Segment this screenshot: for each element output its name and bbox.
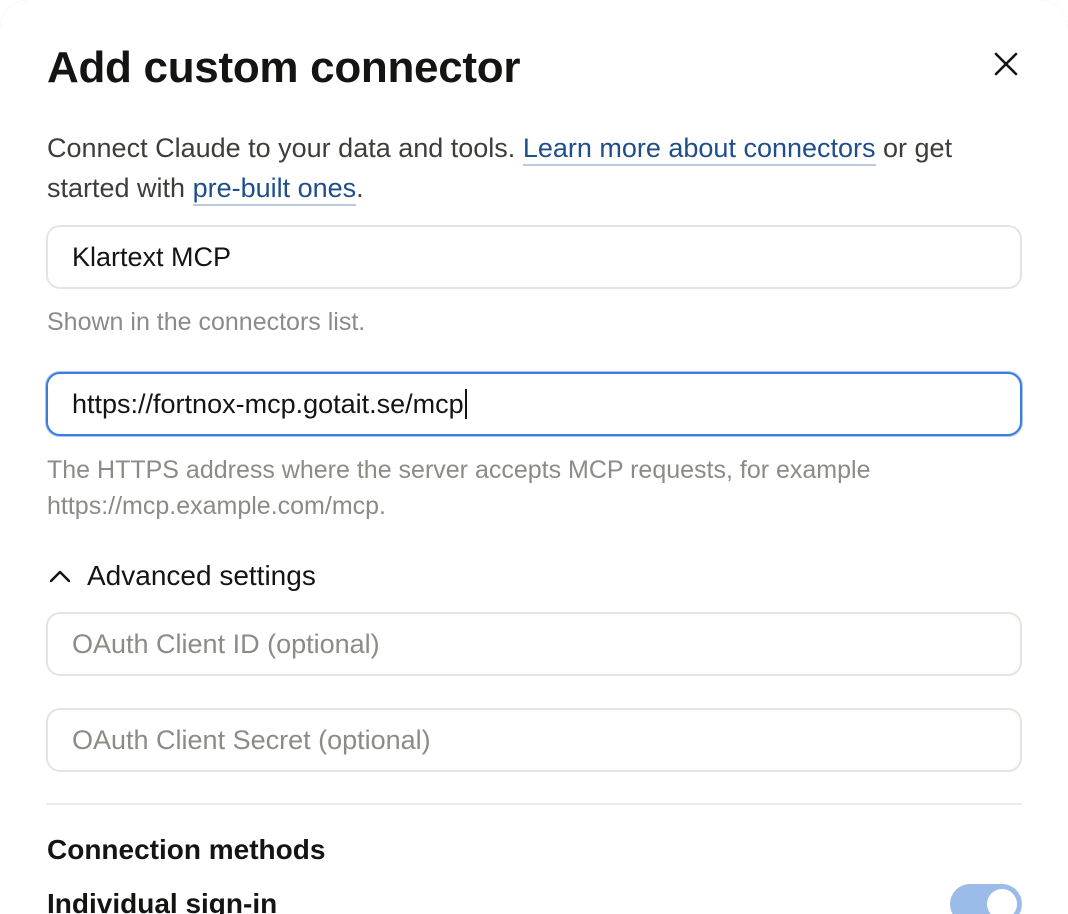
advanced-settings-label: Advanced settings [87,560,316,591]
dialog-panel: Add custom connector Connect Claude to y… [0,0,1068,914]
add-connector-dialog: Add custom connector Connect Claude to y… [0,0,1068,914]
close-button[interactable] [986,44,1026,84]
chevron-up-icon [49,570,71,583]
prebuilt-connectors-link[interactable]: pre-built ones [192,173,357,206]
oauth-client-id-placeholder: OAuth Client ID (optional) [72,628,380,659]
individual-signin-switch[interactable] [950,884,1022,914]
server-url-value: https://fortnox-mcp.gotait.se/mcp [72,388,464,419]
advanced-settings-toggle[interactable]: Advanced settings [47,554,316,598]
connector-name-hint: Shown in the connectors list. [47,308,366,336]
section-divider [46,803,1022,805]
text-cursor [464,389,467,419]
dialog-description: Connect Claude to your data and tools. L… [47,128,1007,208]
oauth-client-secret-input[interactable]: OAuth Client Secret (optional) [46,708,1022,772]
learn-more-link[interactable]: Learn more about connectors [522,133,876,166]
oauth-client-id-input[interactable]: OAuth Client ID (optional) [46,612,1022,676]
server-url-input[interactable]: https://fortnox-mcp.gotait.se/mcp [46,372,1022,436]
intro-text-3: . [356,173,364,203]
switch-knob [987,889,1017,914]
individual-signin-label: Individual sign-in [47,888,278,914]
close-icon [994,52,1018,76]
connection-methods-heading: Connection methods [47,834,326,865]
dialog-title: Add custom connector [47,43,521,92]
intro-text-1: Connect Claude to your data and tools. [47,133,523,163]
oauth-client-secret-placeholder: OAuth Client Secret (optional) [72,724,431,755]
connector-name-input[interactable]: Klartext MCP [46,225,1022,289]
server-url-hint: The HTTPS address where the server accep… [47,456,871,520]
connector-name-value: Klartext MCP [72,241,232,272]
